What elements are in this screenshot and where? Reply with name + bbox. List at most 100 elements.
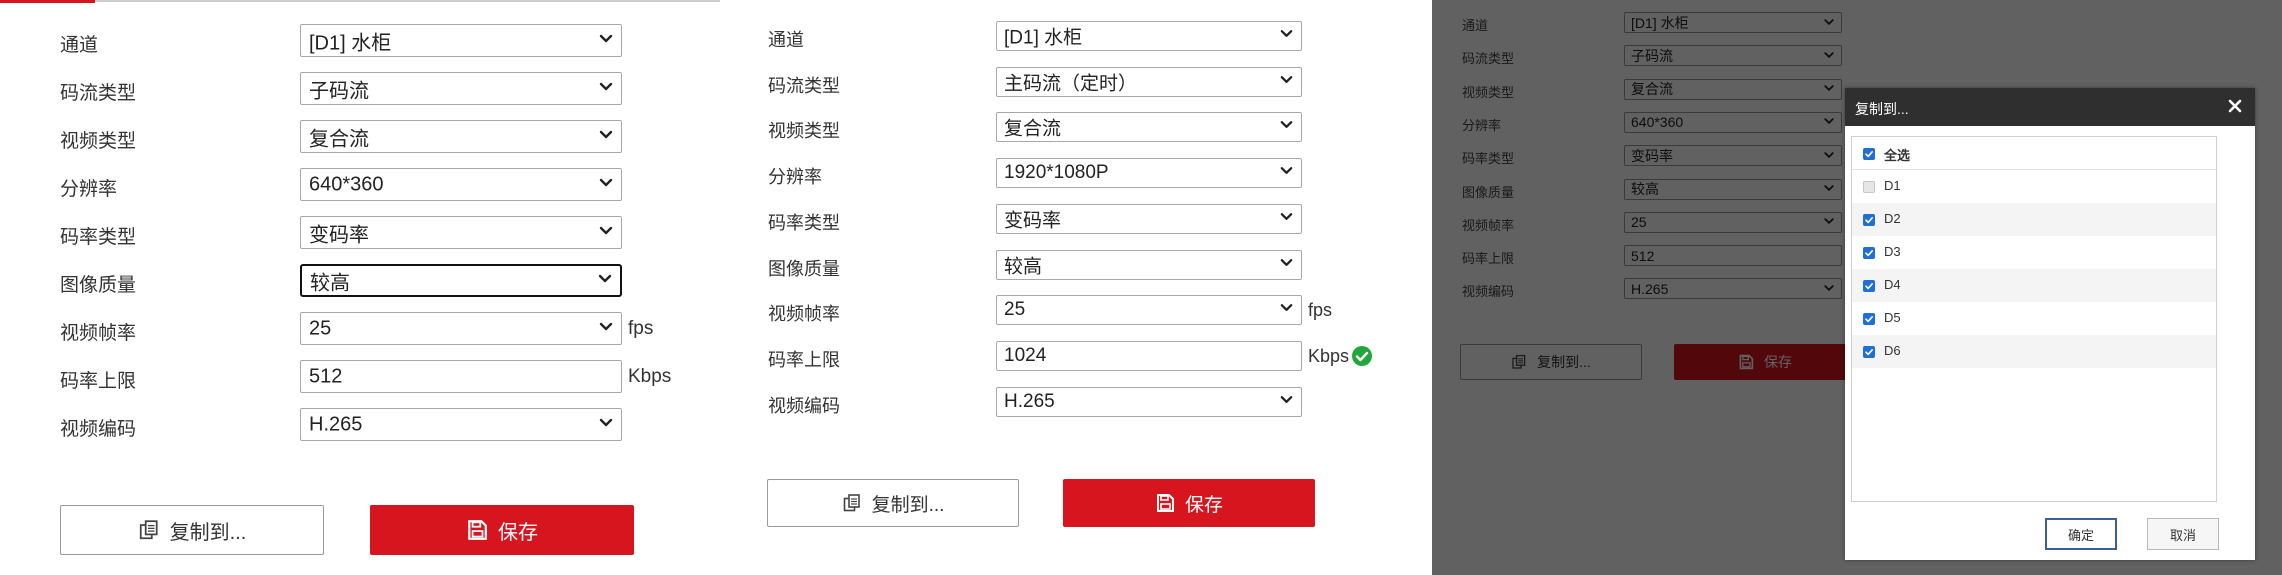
save-button[interactable]: 保存 bbox=[1063, 479, 1315, 527]
channel-item[interactable]: D6 bbox=[1852, 335, 2216, 368]
field-label: 图像质量 bbox=[768, 258, 840, 279]
field-label: 码率类型 bbox=[60, 227, 137, 248]
field-label: 分辨率 bbox=[60, 179, 118, 200]
channel-item[interactable]: D3 bbox=[1852, 236, 2216, 269]
copy-to-button[interactable]: 复制到... bbox=[767, 479, 1019, 527]
channel-item[interactable]: D4 bbox=[1852, 269, 2216, 302]
save-icon bbox=[466, 519, 488, 541]
dropdown-select[interactable]: 变码率 bbox=[996, 203, 1302, 234]
unit-label: fps bbox=[628, 318, 654, 339]
chevron-down-icon bbox=[1279, 162, 1294, 184]
field-value: 25 bbox=[1004, 299, 1026, 321]
field-value: 主码流（定时） bbox=[1004, 73, 1138, 95]
field-label: 视频编码 bbox=[60, 419, 137, 440]
field-value: 1024 bbox=[1004, 344, 1047, 366]
field-value: 25 bbox=[309, 317, 332, 339]
field-label: 通道 bbox=[60, 35, 99, 56]
copy-to-label: 复制到... bbox=[871, 494, 945, 516]
channel-checkbox[interactable] bbox=[1863, 313, 1875, 325]
field-label: 码率类型 bbox=[768, 212, 840, 233]
dropdown-select[interactable]: 较高 bbox=[300, 264, 622, 297]
chevron-down-icon bbox=[598, 125, 614, 148]
dropdown-select[interactable]: 变码率 bbox=[300, 216, 622, 249]
stream-settings-panel-1: 通道 [D1] 水柜 码流类型 子码流 视频类型 复合流 分辨率 640*360 码率类型 变码率… bbox=[0, 0, 720, 575]
field-value: H.265 bbox=[309, 413, 363, 435]
save-label: 保存 bbox=[498, 521, 538, 544]
chevron-down-icon bbox=[1279, 208, 1294, 230]
text-input[interactable]: 512 bbox=[300, 360, 622, 393]
field-value: 640*360 bbox=[309, 173, 384, 195]
save-icon bbox=[1155, 493, 1175, 513]
chevron-down-icon bbox=[597, 269, 613, 292]
field-value: 较高 bbox=[310, 272, 350, 294]
select-all-row[interactable]: 全选 bbox=[1852, 137, 2216, 170]
chevron-down-icon bbox=[1279, 299, 1294, 321]
copy-to-button[interactable]: 复制到... bbox=[60, 505, 324, 555]
field-value: 1920*1080P bbox=[1004, 162, 1109, 184]
close-icon[interactable] bbox=[2223, 94, 2247, 118]
channel-label: D6 bbox=[1884, 343, 1901, 358]
dropdown-select[interactable]: 主码流（定时） bbox=[996, 66, 1302, 97]
field-label: 视频编码 bbox=[768, 395, 840, 416]
dropdown-select[interactable]: [D1] 水柜 bbox=[996, 21, 1302, 51]
select-all-checkbox[interactable] bbox=[1863, 148, 1875, 160]
chevron-down-icon bbox=[1279, 254, 1294, 276]
channel-label: D2 bbox=[1884, 211, 1901, 226]
active-tab-indicator bbox=[0, 0, 95, 3]
dropdown-select[interactable]: 较高 bbox=[996, 249, 1302, 280]
chevron-down-icon bbox=[1279, 71, 1294, 93]
copy-icon bbox=[842, 493, 862, 513]
channel-label: D1 bbox=[1884, 178, 1901, 193]
unit-label: fps bbox=[1308, 300, 1333, 321]
channel-checkbox[interactable] bbox=[1863, 247, 1875, 259]
confirm-button[interactable]: 确定 bbox=[2045, 518, 2117, 550]
save-button[interactable]: 保存 bbox=[370, 505, 634, 555]
field-value: [D1] 水柜 bbox=[1004, 27, 1083, 49]
channel-label: D4 bbox=[1884, 277, 1901, 292]
channel-checkbox[interactable] bbox=[1863, 346, 1875, 358]
dropdown-select[interactable]: H.265 bbox=[996, 386, 1302, 417]
field-value: 较高 bbox=[1004, 256, 1043, 277]
dropdown-select[interactable]: H.265 bbox=[300, 408, 622, 441]
unit-label: Kbps bbox=[628, 366, 672, 387]
field-label: 视频帧率 bbox=[60, 323, 137, 344]
field-value: [D1] 水柜 bbox=[309, 32, 392, 54]
channel-label: D3 bbox=[1884, 244, 1901, 259]
chevron-down-icon bbox=[1279, 391, 1294, 413]
field-value: 子码流 bbox=[309, 80, 369, 102]
field-label: 码流类型 bbox=[60, 83, 137, 104]
dropdown-select[interactable]: [D1] 水柜 bbox=[300, 24, 622, 57]
cancel-button[interactable]: 取消 bbox=[2147, 518, 2219, 550]
dropdown-select[interactable]: 25 bbox=[300, 312, 622, 345]
channel-item[interactable]: D2 bbox=[1852, 203, 2216, 236]
field-value: 变码率 bbox=[1004, 210, 1062, 232]
dropdown-select[interactable]: 子码流 bbox=[300, 72, 622, 105]
field-label: 码率上限 bbox=[60, 371, 137, 392]
field-label: 分辨率 bbox=[768, 167, 822, 188]
dropdown-select[interactable]: 1920*1080P bbox=[996, 158, 1302, 189]
chevron-down-icon bbox=[1279, 25, 1294, 47]
stream-settings-panel-3: 通道[D1] 水柜码流类型子码流视频类型复合流分辨率640*360码率类型变码率… bbox=[1432, 0, 2282, 575]
copy-to-label: 复制到... bbox=[169, 521, 247, 544]
channel-checkbox[interactable] bbox=[1863, 214, 1875, 226]
field-value: 变码率 bbox=[309, 224, 369, 246]
dialog-header: 复制到... bbox=[1845, 88, 2255, 126]
unit-label: Kbps bbox=[1308, 345, 1350, 366]
field-label: 码流类型 bbox=[768, 75, 840, 96]
save-label: 保存 bbox=[1184, 494, 1223, 516]
field-label: 视频类型 bbox=[768, 121, 840, 142]
chevron-down-icon bbox=[1279, 116, 1294, 138]
dropdown-select[interactable]: 25 bbox=[996, 295, 1302, 326]
field-label: 视频帧率 bbox=[768, 304, 840, 325]
channel-checkbox[interactable] bbox=[1863, 280, 1875, 292]
field-value: 复合流 bbox=[309, 128, 369, 150]
dropdown-select[interactable]: 复合流 bbox=[300, 120, 622, 153]
text-input[interactable]: 1024 bbox=[996, 340, 1302, 371]
field-value: H.265 bbox=[1004, 390, 1055, 412]
check-circle-icon bbox=[1351, 345, 1373, 372]
dropdown-select[interactable]: 复合流 bbox=[996, 112, 1302, 143]
field-label: 图像质量 bbox=[60, 275, 137, 296]
channel-item[interactable]: D5 bbox=[1852, 302, 2216, 335]
dropdown-select[interactable]: 640*360 bbox=[300, 168, 622, 201]
select-all-label: 全选 bbox=[1884, 148, 1911, 163]
